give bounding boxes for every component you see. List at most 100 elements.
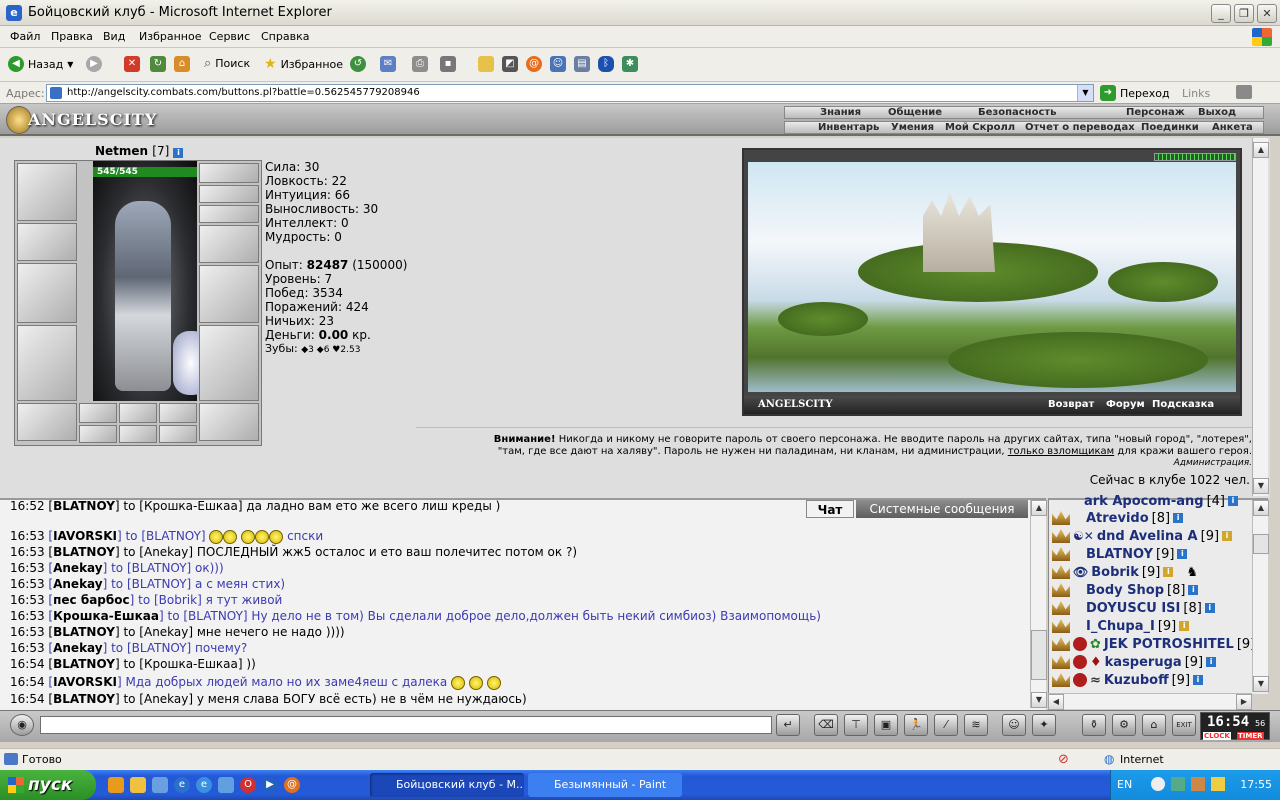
at-button[interactable]: @	[526, 56, 542, 72]
gloves-slot[interactable]	[199, 225, 259, 263]
folder-icon[interactable]	[108, 777, 124, 793]
pants-slot[interactable]	[199, 325, 259, 401]
info-icon[interactable]: i	[1173, 513, 1184, 523]
user-row[interactable]: ✿ JEK POTROSHITEL [9]	[1052, 635, 1255, 653]
nav-inventory[interactable]: Инвентарь	[818, 122, 879, 133]
save-log-icon[interactable]: ▣	[874, 714, 898, 736]
chat-mode-icon[interactable]: ◉	[10, 714, 34, 736]
user-row[interactable]: I_Chupa_I [9] i	[1052, 617, 1190, 635]
scene-link-hint[interactable]: Подсказка	[1152, 399, 1214, 410]
exit-icon[interactable]: EXIT	[1172, 714, 1196, 736]
spell-slot-2[interactable]	[119, 403, 157, 423]
nav-duels[interactable]: Поединки	[1141, 122, 1199, 133]
user-row[interactable]: ♦ kasperuga [9] i	[1052, 653, 1217, 671]
home-button[interactable]: ⌂	[174, 56, 190, 72]
info-icon[interactable]: i	[1206, 657, 1217, 667]
favorites-button[interactable]: ★ Избранное	[264, 56, 343, 72]
tray-app-icon[interactable]	[1191, 777, 1205, 791]
user-row[interactable]: Atrevido [8] i	[1052, 509, 1184, 527]
scroll-left-icon[interactable]: ◀	[1048, 694, 1064, 710]
scroll-up-icon[interactable]: ▲	[1253, 500, 1269, 516]
stop-button[interactable]: ✕	[124, 56, 140, 72]
edit-button[interactable]: ▪	[440, 56, 456, 72]
user-row[interactable]: DOYUSCU ISI [8] i	[1052, 599, 1215, 617]
close-button[interactable]: ✕	[1257, 4, 1277, 23]
task-ie[interactable]: Бойцовский клуб - М...	[370, 773, 524, 797]
castle[interactable]	[923, 192, 995, 272]
rings-slot[interactable]	[199, 205, 259, 223]
nav-character[interactable]: Персонаж	[1126, 107, 1185, 118]
user-row[interactable]: 👁 Bobrik [9] i ♞	[1052, 563, 1198, 581]
eraser-icon[interactable]: ⌫	[814, 714, 838, 736]
info-icon[interactable]: i	[1193, 675, 1204, 685]
send-icon[interactable]: ↵	[776, 714, 800, 736]
scroll-right-icon[interactable]: ▶	[1236, 694, 1252, 710]
menu-tools[interactable]: Сервис	[209, 30, 250, 43]
tool-button-2[interactable]: ▤	[574, 56, 590, 72]
links-toolbar-icon[interactable]	[1236, 85, 1252, 99]
popup-blocked-icon[interactable]: ⊘	[1058, 752, 1069, 767]
desktop-icon[interactable]	[152, 777, 168, 793]
hackers-link[interactable]: только взломщикам	[1008, 446, 1114, 457]
spell-slot-3[interactable]	[159, 403, 197, 423]
back-button[interactable]: ◀ Назад ▼	[8, 56, 73, 72]
user-row[interactable]: Body Shop [8] i	[1052, 581, 1199, 599]
task-paint[interactable]: Безымянный - Paint	[528, 773, 682, 797]
settings-icon[interactable]: ⚙	[1112, 714, 1136, 736]
scroll-thumb[interactable]	[1253, 534, 1269, 554]
belt-slot[interactable]	[17, 403, 77, 441]
trade-icon[interactable]: ⚱	[1082, 714, 1106, 736]
translit-icon[interactable]: ⁄	[934, 714, 958, 736]
clan-chat-icon[interactable]: ✦	[1032, 714, 1056, 736]
chat-log[interactable]: 16:52 [BLATNOY] to [Крошка-Ешкаа] да лад…	[0, 498, 1046, 710]
user-list-hscrollbar[interactable]: ◀ ▶	[1048, 693, 1252, 710]
print-button[interactable]: ⎙	[412, 56, 428, 72]
menu-favorites[interactable]: Избранное	[139, 30, 201, 43]
tray-network-icon[interactable]	[1171, 777, 1185, 791]
filter-icon[interactable]: ⊤	[844, 714, 868, 736]
info-icon[interactable]: i	[1188, 585, 1199, 595]
messenger-button[interactable]: ☺	[550, 56, 566, 72]
links-label[interactable]: Links	[1182, 87, 1210, 100]
media-icon[interactable]	[130, 777, 146, 793]
chat-scrollbar[interactable]: ▲ ▼	[1030, 500, 1047, 708]
scene-link-forum[interactable]: Форум	[1106, 399, 1145, 410]
chat-input[interactable]	[40, 716, 772, 734]
spell-slot-1[interactable]	[79, 403, 117, 423]
menu-view[interactable]: Вид	[103, 30, 125, 43]
opera-icon[interactable]: O	[240, 777, 256, 793]
spell-slot-4[interactable]	[79, 425, 117, 443]
user-row[interactable]: BLATNOY [9] i	[1052, 545, 1188, 563]
info-icon[interactable]: i	[1179, 621, 1190, 631]
user-row[interactable]: ☯✕ dnd Avelina A [9] i	[1052, 527, 1233, 545]
forward-button[interactable]: ▶	[86, 56, 102, 72]
nav-exit[interactable]: Выход	[1198, 107, 1236, 118]
angels-city-image[interactable]	[748, 162, 1236, 392]
go-button[interactable]: ➜ Переход	[1100, 85, 1170, 101]
sound-icon[interactable]: ≋	[964, 714, 988, 736]
boots-slot[interactable]	[199, 403, 259, 441]
user-row[interactable]: ≈ Kuzuboff [9] i	[1052, 671, 1204, 689]
spell-slot-5[interactable]	[119, 425, 157, 443]
player-icon[interactable]: ▶	[262, 777, 278, 793]
refresh-button[interactable]: ↻	[150, 56, 166, 72]
armor-slot[interactable]	[17, 325, 77, 401]
info-icon[interactable]: i	[173, 148, 184, 158]
info-icon[interactable]: i	[1204, 603, 1215, 613]
info-icon[interactable]: i	[1177, 549, 1188, 559]
menu-file[interactable]: Файл	[10, 30, 40, 43]
info-icon[interactable]: i	[1222, 531, 1233, 541]
nav-profile[interactable]: Анкета	[1212, 122, 1253, 133]
minimize-button[interactable]: _	[1211, 4, 1231, 23]
info-icon[interactable]: i	[1163, 567, 1174, 577]
earrings-slot[interactable]	[199, 185, 259, 203]
address-input[interactable]: http://angelscity.combats.com/buttons.pl…	[46, 84, 1094, 102]
mail-quick-icon[interactable]: @	[284, 777, 300, 793]
scroll-thumb[interactable]	[1031, 630, 1047, 680]
scroll-down-icon[interactable]: ▼	[1253, 478, 1269, 494]
nav-transfers[interactable]: Отчет о переводах	[1025, 122, 1135, 133]
mail-button[interactable]: ✉	[380, 56, 396, 72]
shield-slot[interactable]	[199, 265, 259, 323]
nav-knowledge[interactable]: Знания	[820, 107, 861, 118]
fight-icon[interactable]: 🏃	[904, 714, 928, 736]
